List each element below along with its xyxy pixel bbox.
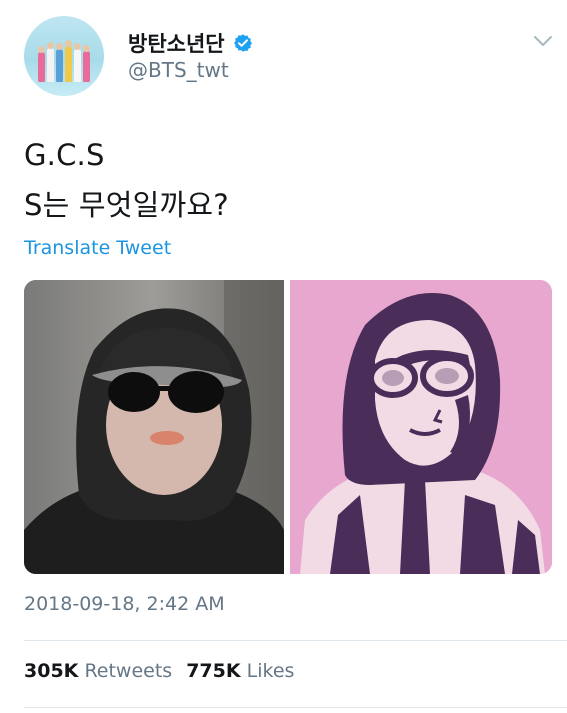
media-photo[interactable] [24, 280, 284, 574]
media-illustration[interactable] [290, 280, 552, 574]
tweet-timestamp[interactable]: 2018-09-18, 2:42 AM [24, 593, 225, 615]
likes-count: 775K [186, 660, 241, 682]
avatar-figure [56, 49, 63, 82]
retweets-count: 305K [24, 660, 79, 682]
retweets-stat[interactable]: 305K Retweets [24, 660, 172, 682]
divider [24, 707, 567, 708]
tweet-text-line-2: S는 무엇일까요? [24, 188, 229, 222]
retweets-label: Retweets [84, 660, 173, 682]
profile-avatar[interactable] [24, 16, 104, 96]
chevron-down-icon[interactable] [533, 34, 553, 48]
divider [24, 640, 567, 641]
avatar-figure [65, 46, 72, 82]
avatar-figure [83, 51, 90, 82]
avatar-figure [47, 48, 54, 82]
verified-badge-icon [233, 34, 252, 52]
author-name-row[interactable]: 방탄소년단 [128, 28, 253, 58]
photo-image [24, 280, 284, 574]
likes-stat[interactable]: 775K Likes [186, 660, 294, 682]
tweet-stats: 305K Retweets 775K Likes [24, 660, 294, 682]
avatar-figure [38, 52, 45, 82]
illustration-image [290, 280, 552, 574]
translate-tweet-link[interactable]: Translate Tweet [24, 237, 171, 259]
avatar-figure [74, 49, 81, 82]
author-display-name[interactable]: 방탄소년단 [128, 28, 225, 58]
tweet-text-line-1: G.C.S [24, 138, 105, 172]
likes-label: Likes [246, 660, 295, 682]
author-handle[interactable]: @BTS_twt [128, 58, 229, 82]
